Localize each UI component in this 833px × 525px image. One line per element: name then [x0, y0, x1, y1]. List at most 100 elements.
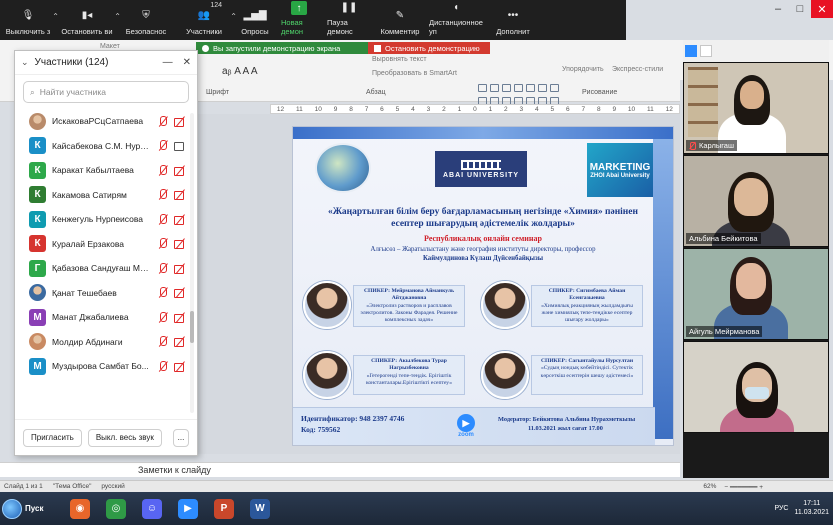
toolbar-polls-button[interactable]: ▂▅▇ Опросы [234, 0, 276, 40]
scrollbar-thumb[interactable] [190, 311, 194, 343]
stop-share-button[interactable]: Остановить демонстрацию [368, 42, 490, 54]
ruler-mark: 7 [364, 105, 369, 113]
participant-row[interactable]: К Куралай Ерзакова [15, 232, 191, 257]
zoom-slider[interactable]: − ━━━━━━━ + [724, 483, 763, 491]
toolbar-security-button[interactable]: ⛨ Безопаснос [118, 0, 174, 40]
toolbar-annotate-button[interactable]: ✎ Комментир [376, 0, 424, 40]
chevron-down-icon[interactable]: ⌄ [21, 57, 29, 68]
ruler-mark: 6 [565, 105, 570, 113]
zoom-level[interactable]: 62% [703, 483, 716, 491]
invite-button[interactable]: Пригласить [23, 428, 82, 447]
pause-icon: ❚❚ [340, 2, 358, 13]
participant-row[interactable]: М Манат Джабалиева [15, 305, 191, 330]
participant-list-scrollbar[interactable] [190, 113, 194, 413]
toolbar-label: Выключить з [5, 27, 51, 36]
toolbar-mute-button[interactable]: 🎙 Выключить з ⌃ [0, 0, 59, 40]
toolbar-new-share-button[interactable]: ↑ Новая демон [276, 0, 322, 40]
discord-taskbar-button[interactable]: ☺ [135, 495, 169, 523]
maximize-icon[interactable]: □ [789, 0, 811, 18]
globe-logo [315, 143, 371, 193]
speaker-topic: «Электролиз растворов и расплавов электр… [360, 302, 458, 324]
font-format-tools[interactable]: aᵦ A A A [222, 66, 258, 77]
video-gallery: Карлыгаш Альбина Бейкитова Айгуль Мейрмано… [683, 62, 829, 478]
microphone-muted-icon [157, 262, 168, 274]
more-options-button[interactable]: ... [173, 428, 189, 447]
ruler-mark: 0 [473, 105, 477, 113]
toolbar-stop-video-button[interactable]: ▮◂ Остановить ви ⌃ [56, 0, 121, 40]
mute-all-button[interactable]: Выкл. весь звук [87, 428, 162, 447]
conference-ids: Идентификатор: 948 2397 4746 Код: 759562 [301, 414, 404, 435]
presentation-slide[interactable]: ABAI UNIVERSITY MARKETING ZHOI Abai Univ… [292, 126, 674, 446]
microphone-muted-icon [689, 142, 696, 150]
participant-video-tile[interactable]: Айгуль Мейрманова [683, 248, 829, 340]
avatar [29, 284, 46, 302]
speaker-photo [303, 281, 351, 329]
start-button[interactable]: Пуск [2, 497, 48, 521]
participant-row[interactable]: ИскаковаРСцСатпаева [15, 109, 191, 134]
participant-row[interactable]: М Муздырова Самбат Бо... [15, 354, 191, 379]
chrome-taskbar-button[interactable]: ◎ [99, 495, 133, 523]
video-off-icon [174, 116, 185, 127]
quick-styles-button[interactable]: Экспресс-стили [612, 66, 663, 73]
ruler-mark: 5 [550, 105, 555, 113]
toolbar-participants-button[interactable]: 👥 124 Участники ⌃ [174, 0, 237, 40]
firefox-taskbar-button[interactable]: ◉ [63, 495, 97, 523]
participant-row[interactable]: Г Қабазова Сандуғаш Ма... [15, 256, 191, 281]
align-text-button[interactable]: Выровнять текст [372, 56, 427, 63]
toolbar-remote-control-button[interactable]: ◖ Дистанционное уп [424, 0, 488, 40]
speaker-name: Сигимбаева Айман Есенгазыевна [569, 288, 626, 302]
arrange-button[interactable]: Упорядочить [562, 66, 604, 73]
toolbar-label: Дополнит [496, 27, 530, 36]
participant-video-tile[interactable] [683, 341, 829, 433]
participant-row[interactable]: Молдир Абдинаги [15, 330, 191, 355]
close-icon[interactable]: ✕ [811, 0, 833, 18]
windows-orb-icon [2, 498, 22, 519]
discord-icon: ☺ [142, 498, 162, 519]
participant-row[interactable]: К Каракат Кабылтаева [15, 158, 191, 183]
clock-date: 11.03.2021 [794, 508, 829, 516]
zoom-logo: ▶ zoom [451, 411, 481, 441]
ruler-mark: 11 [647, 105, 654, 113]
participant-name: Кайсабекова С.М. Нури... [52, 140, 151, 151]
start-label: Пуск [25, 504, 44, 513]
moderator-row: Идентификатор: 948 2397 4746 Код: 759562… [293, 407, 655, 445]
ruler-mark: 5 [395, 105, 400, 113]
slide-org-line: Алғысөз – Жаратылыстану және география и… [313, 245, 653, 263]
ruler-mark: 9 [333, 105, 338, 113]
slide-notes[interactable]: Заметки к слайду [0, 462, 680, 477]
firefox-icon: ◉ [70, 498, 90, 519]
smartart-button[interactable]: Преобразовать в SmartArt [372, 70, 457, 77]
zoom-app-taskbar-button[interactable]: ▶ [171, 495, 205, 523]
microphone-muted-icon [157, 360, 168, 372]
view-toggle-icon[interactable] [685, 45, 697, 57]
participant-row[interactable]: К Кенжегуль Нурпеисова [15, 207, 191, 232]
participant-face [734, 178, 768, 216]
microphone-muted-icon [157, 189, 168, 200]
participant-search-input[interactable]: ⌕ Найти участника [23, 81, 189, 103]
toolbar-label: Пауза демонс [327, 18, 353, 36]
participant-row[interactable]: Қанат Тешебаев [15, 281, 191, 306]
participants-header: ⌄ Участники (124) — ✕ [15, 51, 197, 75]
word-taskbar-button[interactable]: W [243, 495, 277, 523]
participant-row[interactable]: К Какамова Сатирям [15, 183, 191, 208]
microphone-icon: 🎙 [21, 9, 35, 21]
ruler-mark: 3 [426, 105, 431, 113]
toolbar-more-button[interactable]: ••• Дополнит [488, 0, 538, 40]
microphone-muted-icon [157, 311, 168, 323]
speaker-name: Сагынтайулы Нурсултан [568, 358, 634, 364]
participant-row[interactable]: К Кайсабекова С.М. Нури... [15, 134, 191, 159]
toolbar-pause-share-button[interactable]: ❚❚ Пауза демонс [322, 0, 376, 40]
keyboard-language[interactable]: РУС [774, 505, 788, 512]
minimize-panel-icon[interactable]: — [163, 57, 173, 68]
minimize-icon[interactable]: – [767, 0, 789, 18]
gallery-view-icon[interactable] [700, 45, 712, 57]
participant-video-tile[interactable]: Альбина Бейкитова [683, 155, 829, 247]
clock[interactable]: 17:11 11.03.2021 [794, 500, 829, 517]
layout-button[interactable]: Макет [100, 43, 120, 50]
participant-video-tile[interactable]: Карлыгаш [683, 62, 829, 154]
video-off-icon [174, 263, 185, 274]
ruler-mark: 1 [457, 105, 462, 113]
powerpoint-taskbar-button[interactable]: P [207, 495, 241, 523]
close-panel-icon[interactable]: ✕ [183, 57, 191, 68]
shield-dot-icon [202, 44, 209, 52]
